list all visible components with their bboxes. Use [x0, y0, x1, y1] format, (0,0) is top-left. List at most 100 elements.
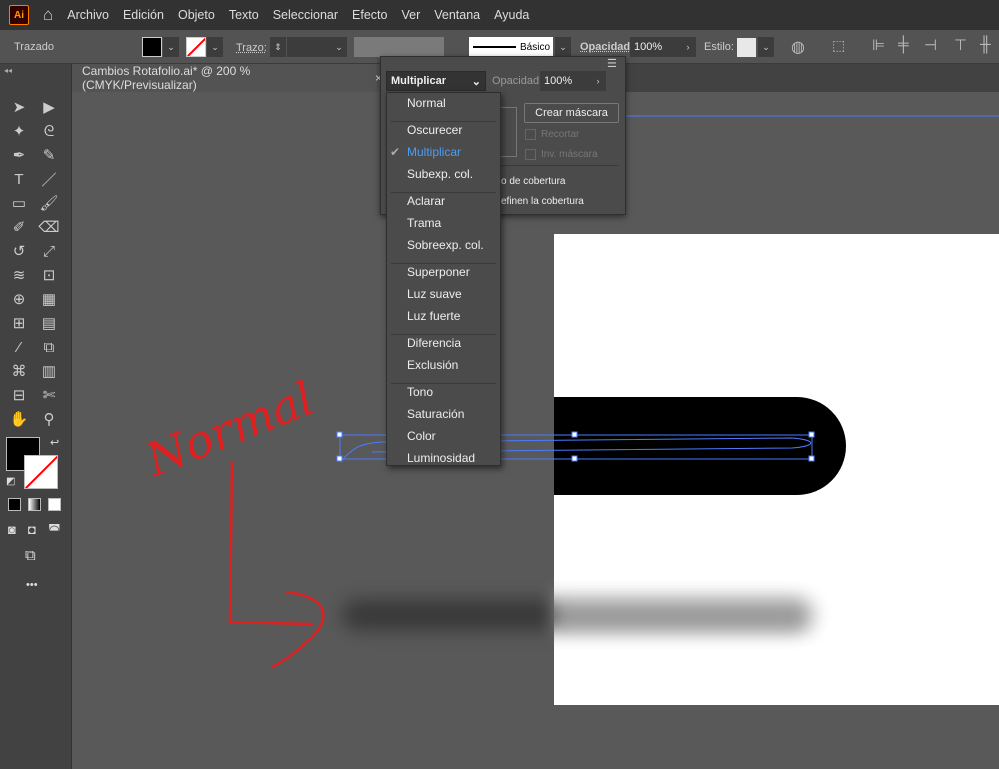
magic-wand-tool-icon[interactable]: ✦ — [8, 120, 30, 142]
slice-tool-icon[interactable]: ✄ — [38, 384, 60, 406]
home-icon[interactable]: ⌂ — [43, 5, 53, 25]
blend-option-sobreexp-col-[interactable]: Sobreexp. col. — [407, 238, 484, 252]
panel-opacity-arrow[interactable]: › — [590, 71, 606, 91]
panel-menu-icon[interactable]: ☰ — [607, 57, 617, 70]
eraser-tool-icon[interactable]: ⌫ — [38, 216, 60, 238]
rotate-tool-icon[interactable]: ↺ — [8, 240, 30, 262]
invert-mask-checkbox[interactable] — [525, 149, 536, 160]
draw-inside-icon[interactable]: ◚ — [48, 522, 61, 538]
blend-option-trama[interactable]: Trama — [407, 216, 441, 230]
brush-dropdown[interactable]: ⌄ — [555, 37, 571, 57]
align-center-icon[interactable]: ╪ — [898, 36, 909, 53]
perspective-tool-icon[interactable]: ▦ — [38, 288, 60, 310]
blend-option-luz-suave[interactable]: Luz suave — [407, 287, 462, 301]
curvature-tool-icon[interactable]: ✎ — [38, 144, 60, 166]
collapse-icon[interactable]: ◂◂ — [4, 66, 12, 75]
blend-option-aclarar[interactable]: Aclarar — [407, 194, 445, 208]
artboard-tool-icon[interactable]: ⊟ — [8, 384, 30, 406]
default-colors-icon[interactable]: ◩ — [6, 476, 15, 487]
clip-checkbox[interactable] — [525, 129, 536, 140]
stroke-swatch[interactable] — [186, 37, 206, 57]
screen-mode-icon[interactable]: ⧉ — [25, 547, 36, 564]
rectangle-tool-icon[interactable]: ▭ — [8, 192, 30, 214]
align-right-icon[interactable]: ⊣ — [924, 36, 937, 54]
selection-tool-icon[interactable]: ➤ — [8, 96, 30, 118]
menu-ver[interactable]: Ver — [401, 8, 420, 22]
color-mode-icon[interactable] — [8, 498, 21, 511]
mesh-tool-icon[interactable]: ⊞ — [8, 312, 30, 334]
stroke-weight-input[interactable] — [287, 37, 331, 57]
blend-option-oscurecer[interactable]: Oscurecer — [407, 123, 462, 137]
option-opacity-mask[interactable]: efinen la cobertura — [501, 196, 584, 207]
draw-normal-icon[interactable]: ◙ — [8, 522, 16, 537]
thumbnail — [501, 107, 517, 157]
opacity-arrow[interactable]: › — [680, 37, 696, 57]
gradient-tool-icon[interactable]: ▤ — [38, 312, 60, 334]
blend-option-saturación[interactable]: Saturación — [407, 407, 464, 421]
type-tool-icon[interactable]: T — [8, 168, 30, 190]
paintbrush-tool-icon[interactable]: 🖌 — [38, 192, 60, 214]
zoom-tool-icon[interactable]: ⚲ — [38, 408, 60, 430]
scale-tool-icon[interactable]: ⤢ — [38, 240, 60, 262]
style-dropdown[interactable]: ⌄ — [758, 37, 774, 57]
menu-ayuda[interactable]: Ayuda — [494, 8, 529, 22]
hand-tool-icon[interactable]: ✋ — [8, 408, 30, 430]
panel-opacity-input[interactable]: 100% — [540, 71, 590, 91]
gradient-mode-icon[interactable] — [28, 498, 41, 511]
draw-behind-icon[interactable]: ◘ — [28, 522, 36, 537]
stroke-dropdown[interactable]: ⌄ — [207, 37, 223, 57]
menu-efecto[interactable]: Efecto — [352, 8, 387, 22]
blend-option-diferencia[interactable]: Diferencia — [407, 336, 461, 350]
shaper-tool-icon[interactable]: ✐ — [8, 216, 30, 238]
blend-option-luz-fuerte[interactable]: Luz fuerte — [407, 309, 460, 323]
none-mode-icon[interactable] — [48, 498, 61, 511]
direct-selection-tool-icon[interactable]: ▶ — [38, 96, 60, 118]
align-left-icon[interactable]: ⊫ — [872, 36, 885, 54]
blend-option-normal[interactable]: Normal — [407, 96, 446, 110]
stroke-color-box[interactable] — [24, 455, 58, 489]
blend-option-subexp-col-[interactable]: Subexp. col. — [407, 167, 473, 181]
graph-tool-icon[interactable]: ▥ — [38, 360, 60, 382]
menu-seleccionar[interactable]: Seleccionar — [273, 8, 338, 22]
document-tab[interactable]: Cambios Rotafolio.ai* @ 200 % (CMYK/Prev… — [72, 64, 382, 92]
main-menu: Archivo Edición Objeto Texto Seleccionar Efec… — [67, 8, 529, 22]
option-knockout[interactable]: o de cobertura — [501, 176, 566, 187]
shape-builder-tool-icon[interactable]: ⊕ — [8, 288, 30, 310]
blend-option-color[interactable]: Color — [407, 429, 436, 443]
blend-option-superponer[interactable]: Superponer — [407, 265, 470, 279]
fill-dropdown[interactable]: ⌄ — [163, 37, 179, 57]
align-top-icon[interactable]: ⊤ — [954, 36, 967, 54]
recolor-icon[interactable]: ◍ — [791, 37, 805, 57]
opacity-label[interactable]: Opacidad: — [580, 41, 634, 53]
menu-ventana[interactable]: Ventana — [434, 8, 480, 22]
fill-swatch[interactable] — [142, 37, 162, 57]
menu-edición[interactable]: Edición — [123, 8, 164, 22]
blend-mode-dropdown[interactable]: Multiplicar ⌄ — [386, 71, 486, 91]
menu-objeto[interactable]: Objeto — [178, 8, 215, 22]
blend-option-tono[interactable]: Tono — [407, 385, 433, 399]
brush-definition[interactable]: Básico — [469, 37, 553, 57]
blend-tool-icon[interactable]: ⧉ — [38, 336, 60, 358]
blend-option-exclusión[interactable]: Exclusión — [407, 358, 458, 372]
eyedropper-tool-icon[interactable]: ⁄ — [8, 336, 30, 358]
blend-option-multiplicar[interactable]: Multiplicar — [407, 145, 461, 159]
align-middle-icon[interactable]: ╫ — [980, 36, 991, 53]
stroke-weight-dropdown[interactable]: ⌄ — [331, 37, 347, 57]
opacity-input[interactable]: 100% — [630, 37, 680, 57]
variable-width-profile[interactable] — [354, 37, 444, 57]
line-tool-icon[interactable]: ／ — [38, 168, 60, 190]
transform-icon[interactable]: ⬚ — [832, 37, 845, 54]
make-mask-button[interactable]: Crear máscara — [524, 103, 619, 123]
blend-option-luminosidad[interactable]: Luminosidad — [407, 451, 475, 465]
menu-texto[interactable]: Texto — [229, 8, 259, 22]
menu-archivo[interactable]: Archivo — [67, 8, 109, 22]
more-tools-icon[interactable]: ••• — [26, 579, 38, 591]
pen-tool-icon[interactable]: ✒ — [8, 144, 30, 166]
symbol-sprayer-tool-icon[interactable]: ⌘ — [8, 360, 30, 382]
stroke-stepper[interactable]: ⇕ — [270, 37, 286, 57]
free-transform-tool-icon[interactable]: ⊡ — [38, 264, 60, 286]
warp-tool-icon[interactable]: ≋ — [8, 264, 30, 286]
swap-colors-icon[interactable]: ↩ — [50, 436, 59, 449]
lasso-tool-icon[interactable]: ᘓ — [38, 120, 60, 142]
style-swatch[interactable] — [737, 38, 756, 57]
